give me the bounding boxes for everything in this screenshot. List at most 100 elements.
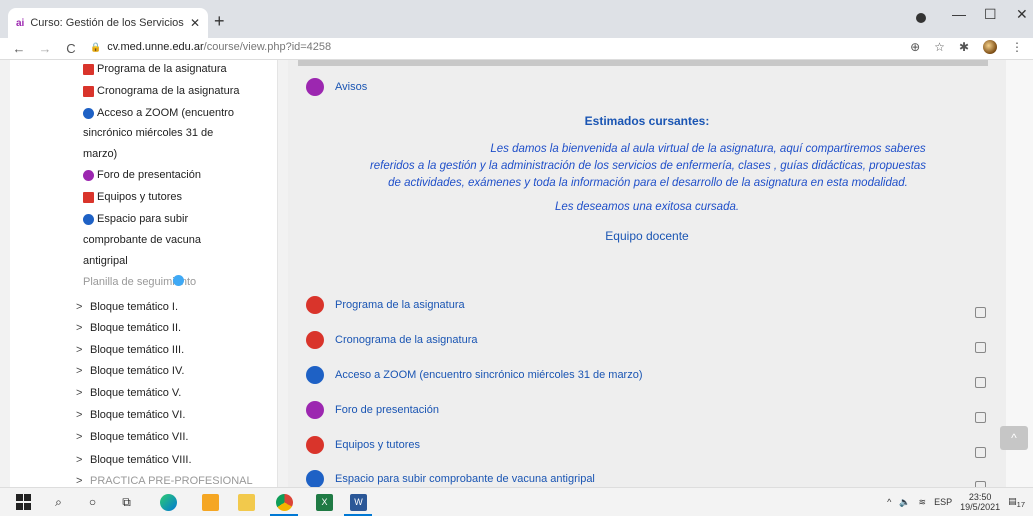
course-index-sidebar: Programa de la asignatura Cronograma de …	[10, 60, 278, 487]
sidebar-section[interactable]: > Bloque temático I.	[76, 297, 178, 318]
pdf-icon	[83, 86, 94, 97]
scroll-to-top-button[interactable]: ^	[1000, 426, 1028, 450]
activity-cronograma[interactable]: Cronograma de la asignatura	[306, 331, 477, 349]
url-host: cv.med.unne.edu.ar	[107, 41, 204, 53]
windows-taskbar: ⌕ ○ ⧉ X W ^ 🔈 ≋ ESP 23:50 19/5/2021 ▤17	[0, 487, 1033, 516]
chevron-right-icon: >	[76, 301, 83, 313]
sidebar-item-cronograma[interactable]: Cronograma de la asignatura	[83, 81, 239, 102]
extensions-icon[interactable]: ✱	[959, 40, 969, 54]
chevron-right-icon: >	[76, 409, 83, 421]
tab-close-icon[interactable]: ✕	[190, 16, 200, 30]
forum-icon	[83, 170, 94, 181]
tab-title: Curso: Gestión de los Servicios d	[30, 17, 184, 29]
search-icon[interactable]: ⌕	[50, 494, 67, 511]
sidebar-section[interactable]: > Bloque temático VII.	[76, 427, 188, 448]
pdf-icon	[83, 192, 94, 203]
pdf-icon	[306, 436, 324, 454]
menu-kebab-icon[interactable]: ⋮	[1011, 40, 1023, 54]
sidebar-section[interactable]: > Bloque temático VIII.	[76, 450, 192, 471]
bookmark-star-icon[interactable]: ☆	[934, 40, 945, 54]
excel-icon[interactable]: X	[316, 494, 333, 511]
reload-button[interactable]: C	[64, 41, 78, 56]
course-main-content: Avisos Estimados cursantes: Les damos la…	[288, 60, 1006, 492]
browser-tab[interactable]: ai Curso: Gestión de los Servicios d ✕	[8, 8, 208, 38]
maximize-button[interactable]: ☐	[984, 6, 997, 23]
assignment-icon	[306, 470, 324, 488]
pdf-icon	[306, 331, 324, 349]
activity-programa[interactable]: Programa de la asignatura	[306, 296, 465, 314]
sidebar-section[interactable]: > Bloque temático III.	[76, 340, 184, 361]
site-favicon: ai	[16, 17, 25, 29]
windows-start-icon[interactable]	[16, 494, 33, 511]
welcome-title: Estimados cursantes:	[584, 114, 710, 128]
url-path: /course/view.php?id=4258	[203, 41, 332, 53]
activity-equipos[interactable]: Equipos y tutores	[306, 436, 420, 454]
completion-checkbox[interactable]	[975, 447, 986, 458]
cortana-icon[interactable]: ○	[84, 494, 101, 511]
forum-icon	[306, 401, 324, 419]
sidebar-item-programa[interactable]: Programa de la asignatura	[83, 60, 227, 80]
chevron-right-icon: >	[76, 454, 83, 466]
activity-foro[interactable]: Foro de presentación	[306, 401, 439, 419]
zoom-icon	[83, 108, 94, 119]
new-tab-button[interactable]: +	[214, 12, 225, 30]
announcements-link[interactable]: Avisos	[306, 78, 367, 96]
vertical-scrollbar[interactable]	[1006, 60, 1033, 487]
chrome-icon[interactable]	[276, 494, 293, 511]
zoom-icon	[306, 366, 324, 384]
sidebar-item-zoom-cont[interactable]: sincrónico miércoles 31 de	[83, 123, 213, 144]
sidebar-section[interactable]: > Bloque temático VI.	[76, 405, 185, 426]
edge-icon[interactable]	[160, 494, 177, 511]
completion-checkbox[interactable]	[975, 377, 986, 388]
welcome-message: Les damos la bienvenida al aula virtual …	[369, 143, 927, 189]
sidebar-item-foro[interactable]: Foro de presentación	[83, 165, 201, 186]
minimize-button[interactable]: —	[952, 6, 966, 22]
browser-tab-bar: ai Curso: Gestión de los Servicios d ✕ +…	[0, 0, 1033, 38]
toolbar-icons: ⊕ ☆ ✱ ⋮	[910, 40, 1023, 54]
sidebar-item-espacio[interactable]: Espacio para subir	[83, 209, 188, 230]
app-orange-icon[interactable]	[202, 494, 219, 511]
window-close-button[interactable]: ✕	[1016, 6, 1028, 23]
zoom-icon[interactable]: ⊕	[910, 40, 920, 54]
completion-checkbox[interactable]	[975, 412, 986, 423]
system-tray: ^ 🔈 ≋ ESP 23:50 19/5/2021 ▤17	[887, 492, 1025, 512]
sidebar-section[interactable]: > Bloque temático IV.	[76, 361, 184, 382]
notifications-icon[interactable]: ▤17	[1008, 496, 1025, 509]
sidebar-item-planilla[interactable]: Planilla de seguimiento	[83, 272, 196, 293]
profile-avatar[interactable]	[983, 40, 997, 54]
sidebar-item-zoom[interactable]: Acceso a ZOOM (encuentro	[83, 103, 234, 124]
tray-expand-icon[interactable]: ^	[887, 497, 891, 507]
forward-button[interactable]: →	[38, 41, 52, 56]
url-icon	[173, 275, 184, 286]
teaching-team: Equipo docente	[605, 229, 689, 243]
sidebar-section[interactable]: > Bloque temático V.	[76, 383, 181, 404]
horizontal-scrollbar[interactable]	[298, 60, 988, 66]
activity-zoom[interactable]: Acceso a ZOOM (encuentro sincrónico miér…	[306, 366, 643, 384]
sidebar-section[interactable]: > Bloque temático II.	[76, 318, 181, 339]
sidebar-item-zoom-cont2[interactable]: marzo)	[83, 144, 117, 165]
language-indicator[interactable]: ESP	[934, 497, 952, 507]
clock[interactable]: 23:50 19/5/2021	[960, 492, 1000, 512]
sidebar-item-espacio-cont2[interactable]: antigripal	[83, 251, 128, 272]
back-button[interactable]: ←	[12, 41, 26, 56]
sidebar-item-equipos[interactable]: Equipos y tutores	[83, 187, 182, 208]
file-explorer-icon[interactable]	[238, 494, 255, 511]
media-indicator-icon[interactable]	[916, 13, 926, 23]
completion-checkbox[interactable]	[975, 307, 986, 318]
url-field[interactable]: 🔒 cv.med.unne.edu.ar /course/view.php?id…	[90, 41, 331, 53]
pdf-icon	[83, 64, 94, 75]
completion-checkbox[interactable]	[975, 342, 986, 353]
assignment-icon	[83, 214, 94, 225]
sidebar-section[interactable]: > PRACTICA PRE-PROFESIONAL	[76, 471, 253, 487]
sidebar-item-espacio-cont[interactable]: comprobante de vacuna	[83, 230, 201, 251]
activity-espacio[interactable]: Espacio para subir comprobante de vacuna…	[306, 470, 595, 488]
volume-icon[interactable]: 🔈	[899, 497, 910, 508]
wifi-icon[interactable]: ≋	[919, 497, 927, 508]
pdf-icon	[306, 296, 324, 314]
lock-icon: 🔒	[90, 41, 102, 52]
chevron-right-icon: >	[76, 431, 83, 443]
welcome-wish: Les deseamos una exitosa cursada.	[554, 201, 740, 213]
word-icon[interactable]: W	[350, 494, 367, 511]
chevron-right-icon: >	[76, 344, 83, 356]
task-view-icon[interactable]: ⧉	[118, 494, 135, 511]
